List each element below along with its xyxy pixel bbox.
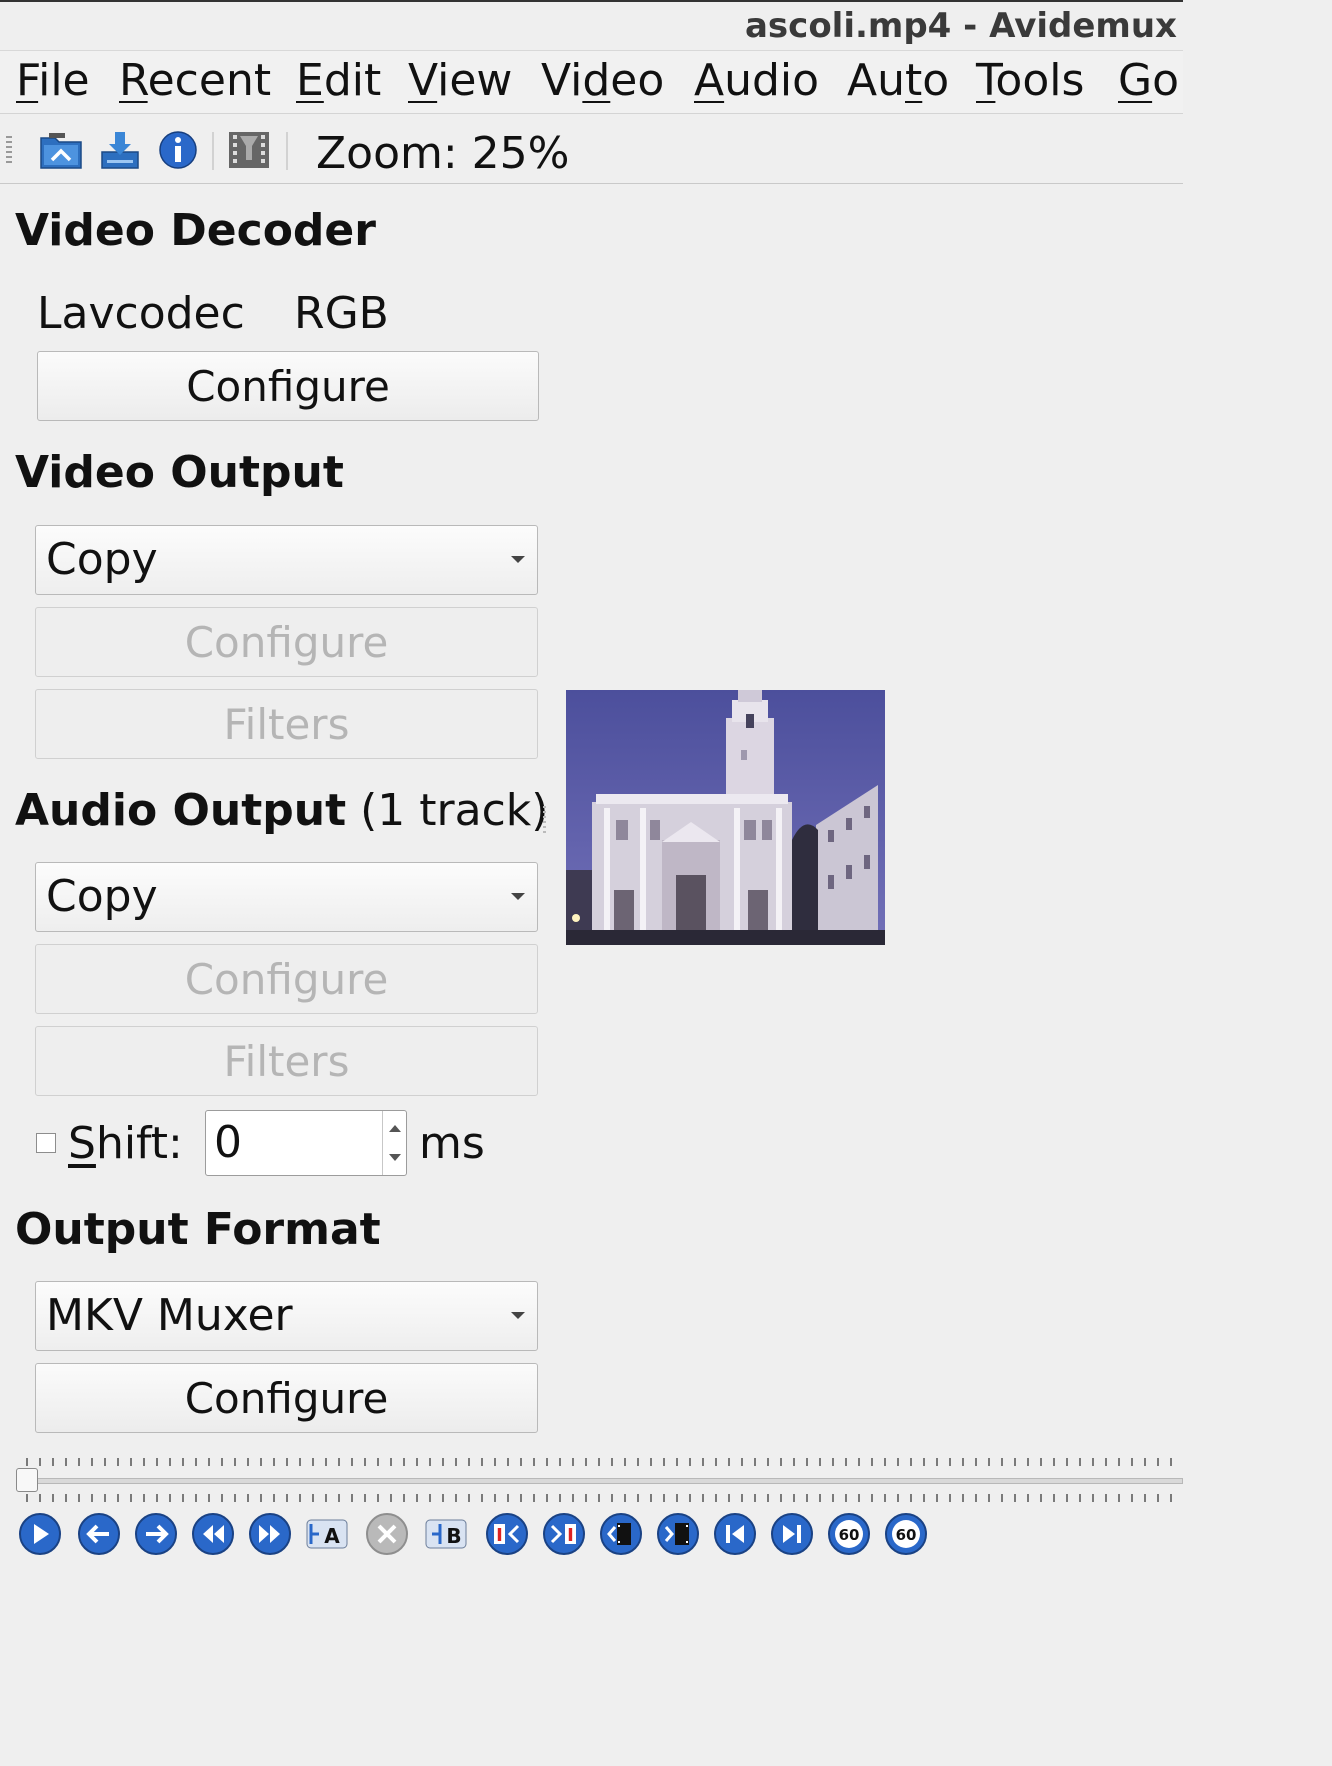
menu-go[interactable]: Go xyxy=(1118,55,1179,106)
menu-video[interactable]: Video xyxy=(541,55,664,106)
audio-output-heading: Audio Output (1 track) xyxy=(15,785,549,836)
menu-tools[interactable]: Tools xyxy=(976,55,1084,106)
shift-unit-label: ms xyxy=(419,1118,485,1169)
menu-bar: File Recent Edit View Video Audio Auto T… xyxy=(0,50,1183,114)
video-decoder-heading: Video Decoder xyxy=(15,205,376,256)
video-configure-button: Configure xyxy=(35,607,538,677)
audio-track-count: (1 track) xyxy=(346,785,549,836)
marker-b-text: B xyxy=(446,1524,461,1548)
toolbar xyxy=(0,114,1183,184)
fast-forward-icon[interactable] xyxy=(248,1512,292,1556)
forward-60-icon[interactable]: 60 xyxy=(884,1512,928,1556)
video-preview xyxy=(566,690,885,945)
timeline-slider[interactable] xyxy=(16,1458,1183,1508)
go-to-end-icon[interactable] xyxy=(770,1512,814,1556)
shift-label: Shift: xyxy=(68,1118,183,1169)
menu-file[interactable]: File xyxy=(16,55,90,106)
filmstrip-icon[interactable] xyxy=(227,130,271,170)
previous-cut-icon[interactable]: I xyxy=(485,1512,529,1556)
open-video-icon[interactable] xyxy=(39,130,83,170)
set-marker-b-icon[interactable]: B xyxy=(424,1512,468,1556)
delete-selection-icon[interactable] xyxy=(365,1512,409,1556)
toolbar-separator xyxy=(286,132,288,170)
menu-recent[interactable]: Recent xyxy=(119,55,271,106)
toolbar-grip[interactable] xyxy=(6,136,12,166)
toolbar-separator xyxy=(212,132,214,170)
spin-up-icon[interactable] xyxy=(389,1125,401,1132)
cut-mark-text: I xyxy=(496,1525,503,1546)
properties-icon[interactable] xyxy=(157,130,201,170)
video-output-heading: Video Output xyxy=(15,447,344,498)
menu-edit[interactable]: Edit xyxy=(296,55,381,106)
rewind-icon[interactable] xyxy=(191,1512,235,1556)
audio-configure-button: Configure xyxy=(35,944,538,1014)
slider-handle[interactable] xyxy=(16,1468,38,1492)
shift-value: 0 xyxy=(214,1117,242,1168)
chevron-down-icon xyxy=(511,556,525,563)
next-keyframe-icon[interactable] xyxy=(656,1512,700,1556)
save-video-icon[interactable] xyxy=(99,130,143,170)
format-configure-button[interactable]: Configure xyxy=(35,1363,538,1433)
play-icon[interactable] xyxy=(18,1512,62,1556)
video-output-select[interactable]: Copy xyxy=(35,525,538,595)
panel-splitter[interactable] xyxy=(543,806,546,836)
video-output-value: Copy xyxy=(46,534,158,585)
window-title: ascoli.mp4 - Avidemux xyxy=(744,6,1177,46)
audio-output-value: Copy xyxy=(46,871,158,922)
output-format-heading: Output Format xyxy=(15,1204,381,1255)
decoder-configure-button[interactable]: Configure xyxy=(37,351,539,421)
jump-back-text: 60 xyxy=(839,1526,860,1544)
video-filters-button: Filters xyxy=(35,689,538,759)
set-marker-a-icon[interactable]: A xyxy=(305,1512,349,1556)
menu-auto[interactable]: Auto xyxy=(847,55,949,106)
next-cut-icon[interactable]: I xyxy=(542,1512,586,1556)
title-bar: ascoli.mp4 - Avidemux xyxy=(0,0,1183,50)
next-frame-icon[interactable] xyxy=(134,1512,178,1556)
previous-frame-icon[interactable] xyxy=(77,1512,121,1556)
menu-audio[interactable]: Audio xyxy=(694,55,819,106)
slider-ticks-top xyxy=(26,1458,1183,1466)
output-format-value: MKV Muxer xyxy=(46,1290,293,1341)
marker-a-text: A xyxy=(324,1524,340,1548)
decoder-codec-label: Lavcodec xyxy=(37,288,245,339)
chevron-down-icon xyxy=(511,1312,525,1319)
spin-down-icon[interactable] xyxy=(389,1154,401,1161)
go-to-start-icon[interactable] xyxy=(713,1512,757,1556)
back-60-icon[interactable]: 60 xyxy=(827,1512,871,1556)
previous-keyframe-icon[interactable] xyxy=(599,1512,643,1556)
slider-ticks-bottom xyxy=(26,1494,1183,1502)
zoom-label: Zoom: 25% xyxy=(316,128,570,179)
shift-spinbox[interactable]: 0 xyxy=(205,1110,407,1176)
chevron-down-icon xyxy=(511,893,525,900)
decoder-format-label: RGB xyxy=(294,288,389,339)
jump-forward-text: 60 xyxy=(896,1526,917,1544)
audio-filters-button: Filters xyxy=(35,1026,538,1096)
audio-output-select[interactable]: Copy xyxy=(35,862,538,932)
output-format-select[interactable]: MKV Muxer xyxy=(35,1281,538,1351)
menu-view[interactable]: View xyxy=(408,55,512,106)
slider-groove xyxy=(16,1478,1183,1484)
shift-checkbox[interactable] xyxy=(36,1133,56,1153)
cut-mark-text: I xyxy=(567,1525,574,1546)
